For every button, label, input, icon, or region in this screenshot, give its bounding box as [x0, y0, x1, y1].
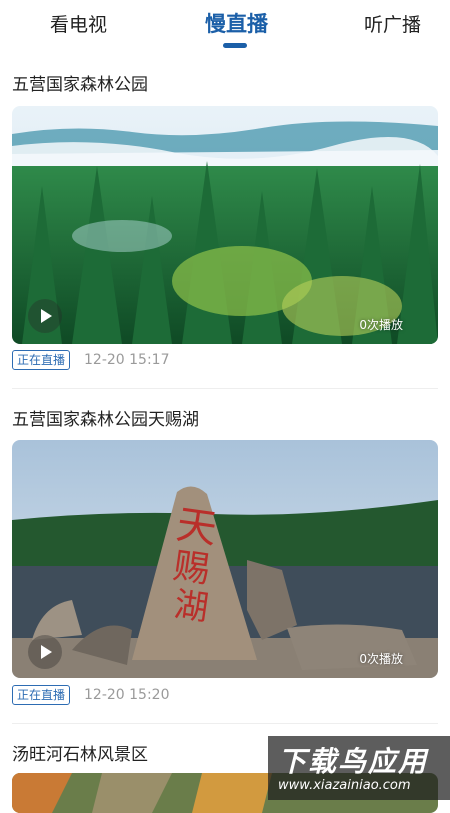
forest-image	[12, 106, 438, 344]
stream-thumbnail[interactable]: 天 赐 湖	[12, 440, 438, 678]
live-badge: 正在直播	[12, 685, 71, 705]
divider	[12, 723, 438, 724]
stream-thumbnail[interactable]	[12, 106, 438, 344]
stream-time: 12-20 15:17	[84, 352, 170, 368]
stream-time: 12-20 15:20	[84, 687, 170, 703]
live-badge: 正在直播	[12, 350, 71, 370]
stream-meta: 正在直播 12-20 15:17	[12, 349, 170, 371]
tab-radio[interactable]: 听广播	[364, 10, 421, 37]
stream-title[interactable]: 五营国家森林公园天赐湖	[12, 405, 199, 430]
tab-slow-live[interactable]: 慢直播	[205, 8, 268, 38]
view-count: 0次播放	[359, 318, 403, 332]
stream-title[interactable]: 五营国家森林公园	[12, 70, 148, 95]
stream-meta: 正在直播 12-20 15:20	[12, 684, 170, 706]
divider	[12, 388, 438, 389]
watermark-url: www.xiazainiao.com	[278, 778, 411, 793]
play-icon[interactable]	[28, 299, 62, 333]
active-tab-indicator	[223, 43, 247, 48]
lake-stone-image: 天 赐 湖	[12, 440, 438, 678]
svg-text:湖: 湖	[172, 585, 211, 629]
tab-tv[interactable]: 看电视	[50, 10, 107, 37]
watermark-logo: 下载鸟应用 www.xiazainiao.com	[268, 736, 450, 800]
play-icon[interactable]	[28, 635, 62, 669]
channel-tabs: 看电视 慢直播 听广播	[0, 0, 450, 56]
watermark-text: 下载鸟应用	[278, 745, 429, 778]
view-count: 0次播放	[359, 652, 403, 666]
stream-title[interactable]: 汤旺河石林风景区	[12, 740, 148, 765]
